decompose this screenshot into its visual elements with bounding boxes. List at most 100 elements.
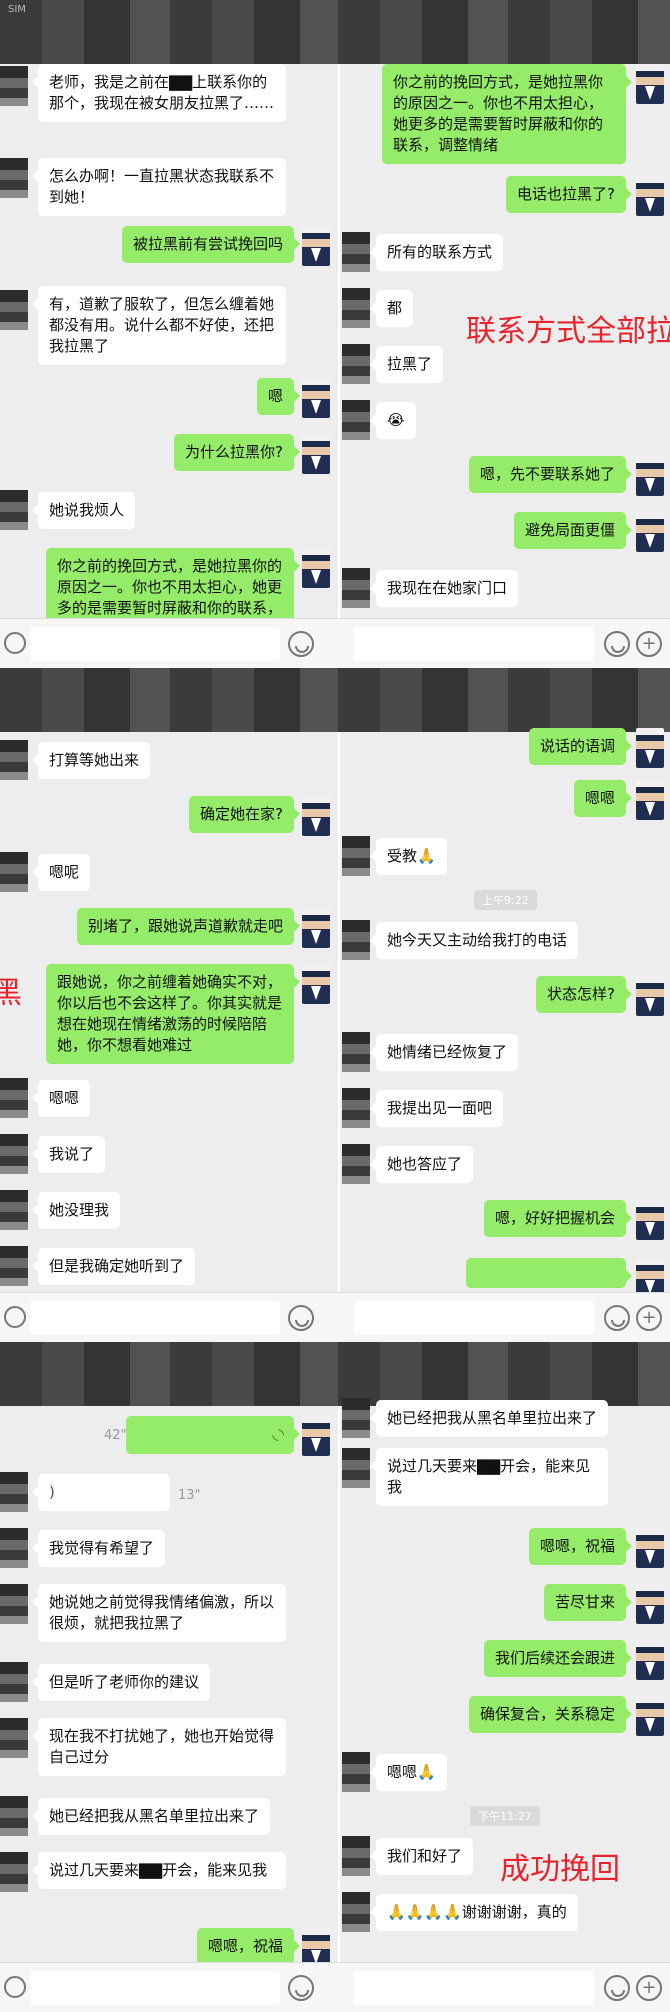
message-input[interactable] bbox=[354, 1971, 594, 2005]
message-bubble-sent[interactable]: 我们后续还会跟进 bbox=[483, 1640, 633, 1677]
contact-avatar[interactable] bbox=[0, 1190, 28, 1230]
my-avatar[interactable] bbox=[302, 908, 330, 948]
message-bubble-received[interactable]: 我现在在她家门口 bbox=[369, 570, 519, 607]
message-bubble-sent[interactable]: 嗯，好好把握机会 bbox=[483, 1200, 633, 1237]
message-bubble-received[interactable]: 说过几天要来▇▇开会，能来见我 bbox=[370, 1448, 608, 1506]
message-bubble-sent[interactable]: 跟她说，你之前缠着她确实不对，你以后也不会这样了。你其实就是想在她现在情绪激荡的… bbox=[46, 964, 300, 1064]
message-bubble-received[interactable]: 😭 bbox=[370, 402, 416, 439]
message-bubble-sent[interactable]: 苦尽甘来 bbox=[543, 1584, 633, 1621]
message-bubble-sent[interactable]: 嗯 bbox=[256, 378, 301, 415]
message-bubble-received[interactable]: 嗯嗯 bbox=[31, 1080, 91, 1117]
message-bubble-received[interactable]: 嗯呢 bbox=[31, 854, 91, 891]
message-list[interactable]: 42" ◟◝ ) 13" 我觉得有希望了 她说她之前觉得我情绪偏激，所以很烦，就… bbox=[0, 1406, 338, 1968]
message-bubble-sent[interactable]: 嗯，先不要联系她了 bbox=[468, 456, 633, 493]
contact-avatar[interactable] bbox=[0, 1796, 28, 1836]
my-avatar[interactable] bbox=[636, 780, 664, 820]
message-bubble-received[interactable]: 🙏🙏🙏🙏谢谢谢谢，真的 bbox=[370, 1894, 578, 1931]
contact-avatar[interactable] bbox=[0, 1528, 28, 1568]
contact-avatar[interactable] bbox=[342, 1752, 370, 1792]
contact-avatar[interactable] bbox=[0, 490, 28, 530]
contact-avatar[interactable] bbox=[0, 1852, 28, 1892]
contact-avatar[interactable] bbox=[342, 1088, 370, 1128]
message-bubble-sent[interactable]: 被拉黑前有尝试挽回吗 bbox=[121, 226, 301, 263]
message-bubble-sent[interactable]: 嗯嗯，祝福 bbox=[196, 1928, 301, 1965]
my-avatar[interactable] bbox=[636, 64, 664, 104]
emoji-icon[interactable] bbox=[288, 1305, 314, 1331]
message-bubble-sent[interactable]: 为什么拉黑你? bbox=[174, 434, 300, 471]
message-input[interactable] bbox=[354, 627, 594, 661]
message-bubble-received[interactable]: 说过几天要来▇▇开会，能来见我 bbox=[32, 1852, 286, 1889]
message-bubble-sent[interactable]: 确定她在家? bbox=[189, 796, 300, 833]
message-bubble-received[interactable]: 受教🙏 bbox=[370, 838, 447, 875]
plus-icon[interactable]: + bbox=[636, 1305, 662, 1331]
contact-avatar[interactable] bbox=[342, 836, 370, 876]
message-bubble-received[interactable]: 但是听了老师你的建议 bbox=[31, 1664, 211, 1701]
emoji-icon[interactable] bbox=[604, 631, 630, 657]
my-avatar[interactable] bbox=[302, 796, 330, 836]
contact-avatar[interactable] bbox=[342, 1836, 370, 1876]
contact-avatar[interactable] bbox=[342, 1892, 370, 1932]
message-list[interactable]: 打算等她出来 确定她在家? 嗯呢 别堵了，跟她说声道歉就走吧 跟她说，你之前缠着… bbox=[0, 732, 338, 1292]
my-avatar[interactable] bbox=[636, 728, 664, 768]
contact-avatar[interactable] bbox=[0, 290, 28, 330]
voice-message-bubble-received[interactable]: ) bbox=[32, 1474, 170, 1511]
message-bubble-sent[interactable]: 说话的语调 bbox=[528, 728, 633, 765]
message-bubble-sent[interactable] bbox=[466, 1258, 632, 1288]
message-bubble-sent[interactable]: 确保复合，关系稳定 bbox=[468, 1696, 633, 1733]
contact-avatar[interactable] bbox=[342, 232, 370, 272]
my-avatar[interactable] bbox=[636, 1640, 664, 1680]
contact-avatar[interactable] bbox=[342, 288, 370, 328]
contact-avatar[interactable] bbox=[342, 400, 370, 440]
my-avatar[interactable] bbox=[636, 1200, 664, 1240]
contact-avatar[interactable] bbox=[342, 344, 370, 384]
emoji-icon[interactable] bbox=[604, 1305, 630, 1331]
my-avatar[interactable] bbox=[302, 378, 330, 418]
message-bubble-received[interactable]: 怎么办啊！一直拉黑状态我联系不到她！ bbox=[32, 158, 286, 216]
message-bubble-received[interactable]: 我们和好了 bbox=[369, 1838, 474, 1875]
plus-icon[interactable]: + bbox=[636, 1975, 662, 2001]
message-input[interactable] bbox=[30, 1971, 280, 2005]
message-bubble-received[interactable]: 她没理我 bbox=[31, 1192, 121, 1229]
my-avatar[interactable] bbox=[636, 1696, 664, 1736]
voice-toggle-icon[interactable] bbox=[4, 1976, 26, 1998]
message-bubble-sent[interactable]: 状态怎样? bbox=[536, 976, 632, 1013]
emoji-icon[interactable] bbox=[288, 631, 314, 657]
message-input[interactable] bbox=[354, 1301, 594, 1335]
message-bubble-received[interactable]: 她说她之前觉得我情绪偏激，所以很烦，就把我拉黑了 bbox=[32, 1584, 286, 1642]
message-bubble-received[interactable]: 现在我不打扰她了，她也开始觉得自己过分 bbox=[32, 1718, 286, 1776]
contact-avatar[interactable] bbox=[0, 1134, 28, 1174]
message-bubble-sent[interactable]: 嗯嗯，祝福 bbox=[528, 1528, 633, 1565]
message-bubble-received[interactable]: 有，道歉了服软了，但怎么缠着她都没有用。说什么都不好使，还把我拉黑了 bbox=[32, 286, 286, 365]
message-bubble-received[interactable]: 嗯嗯🙏 bbox=[370, 1754, 447, 1791]
my-avatar[interactable] bbox=[302, 1416, 330, 1456]
message-bubble-sent[interactable]: 你之前的挽回方式，是她拉黑你的原因之一。你也不用太担心，她更多的是需要暂时屏蔽和… bbox=[382, 64, 632, 164]
message-bubble-received[interactable]: 我觉得有希望了 bbox=[31, 1530, 166, 1567]
message-bubble-received[interactable]: 打算等她出来 bbox=[31, 742, 151, 779]
message-bubble-received[interactable]: 她也答应了 bbox=[369, 1146, 474, 1183]
contact-avatar[interactable] bbox=[0, 852, 28, 892]
contact-avatar[interactable] bbox=[0, 740, 28, 780]
plus-icon[interactable]: + bbox=[636, 631, 662, 657]
my-avatar[interactable] bbox=[636, 512, 664, 552]
contact-avatar[interactable] bbox=[342, 920, 370, 960]
message-list[interactable]: 说话的语调 嗯嗯 受教🙏 上午9:22 她今天又主动给我打的电话 状态怎样? 她… bbox=[338, 728, 670, 1298]
contact-avatar[interactable] bbox=[0, 1584, 28, 1624]
message-bubble-sent[interactable]: 别堵了，跟她说声道歉就走吧 bbox=[76, 908, 301, 945]
message-input[interactable] bbox=[30, 627, 280, 661]
emoji-icon[interactable] bbox=[604, 1975, 630, 2001]
message-bubble-received[interactable]: 她说我烦人 bbox=[31, 492, 136, 529]
contact-avatar[interactable] bbox=[342, 1448, 370, 1488]
my-avatar[interactable] bbox=[302, 434, 330, 474]
contact-avatar[interactable] bbox=[0, 1718, 28, 1758]
message-bubble-received[interactable]: 我提出见一面吧 bbox=[369, 1090, 504, 1127]
voice-toggle-icon[interactable] bbox=[4, 632, 26, 654]
contact-avatar[interactable] bbox=[342, 1398, 370, 1438]
voice-message-bubble-sent[interactable]: ◟◝ bbox=[126, 1416, 300, 1454]
message-bubble-sent[interactable]: 嗯嗯 bbox=[573, 780, 633, 817]
message-bubble-received[interactable]: 但是我确定她听到了 bbox=[31, 1248, 196, 1285]
message-bubble-received[interactable]: 老师，我是之前在▇▇上联系你的那个，我现在被女朋友拉黑了…… bbox=[32, 64, 286, 122]
message-bubble-received[interactable]: 她情绪已经恢复了 bbox=[369, 1034, 519, 1071]
contact-avatar[interactable] bbox=[0, 1078, 28, 1118]
my-avatar[interactable] bbox=[636, 456, 664, 496]
contact-avatar[interactable] bbox=[0, 1472, 28, 1512]
